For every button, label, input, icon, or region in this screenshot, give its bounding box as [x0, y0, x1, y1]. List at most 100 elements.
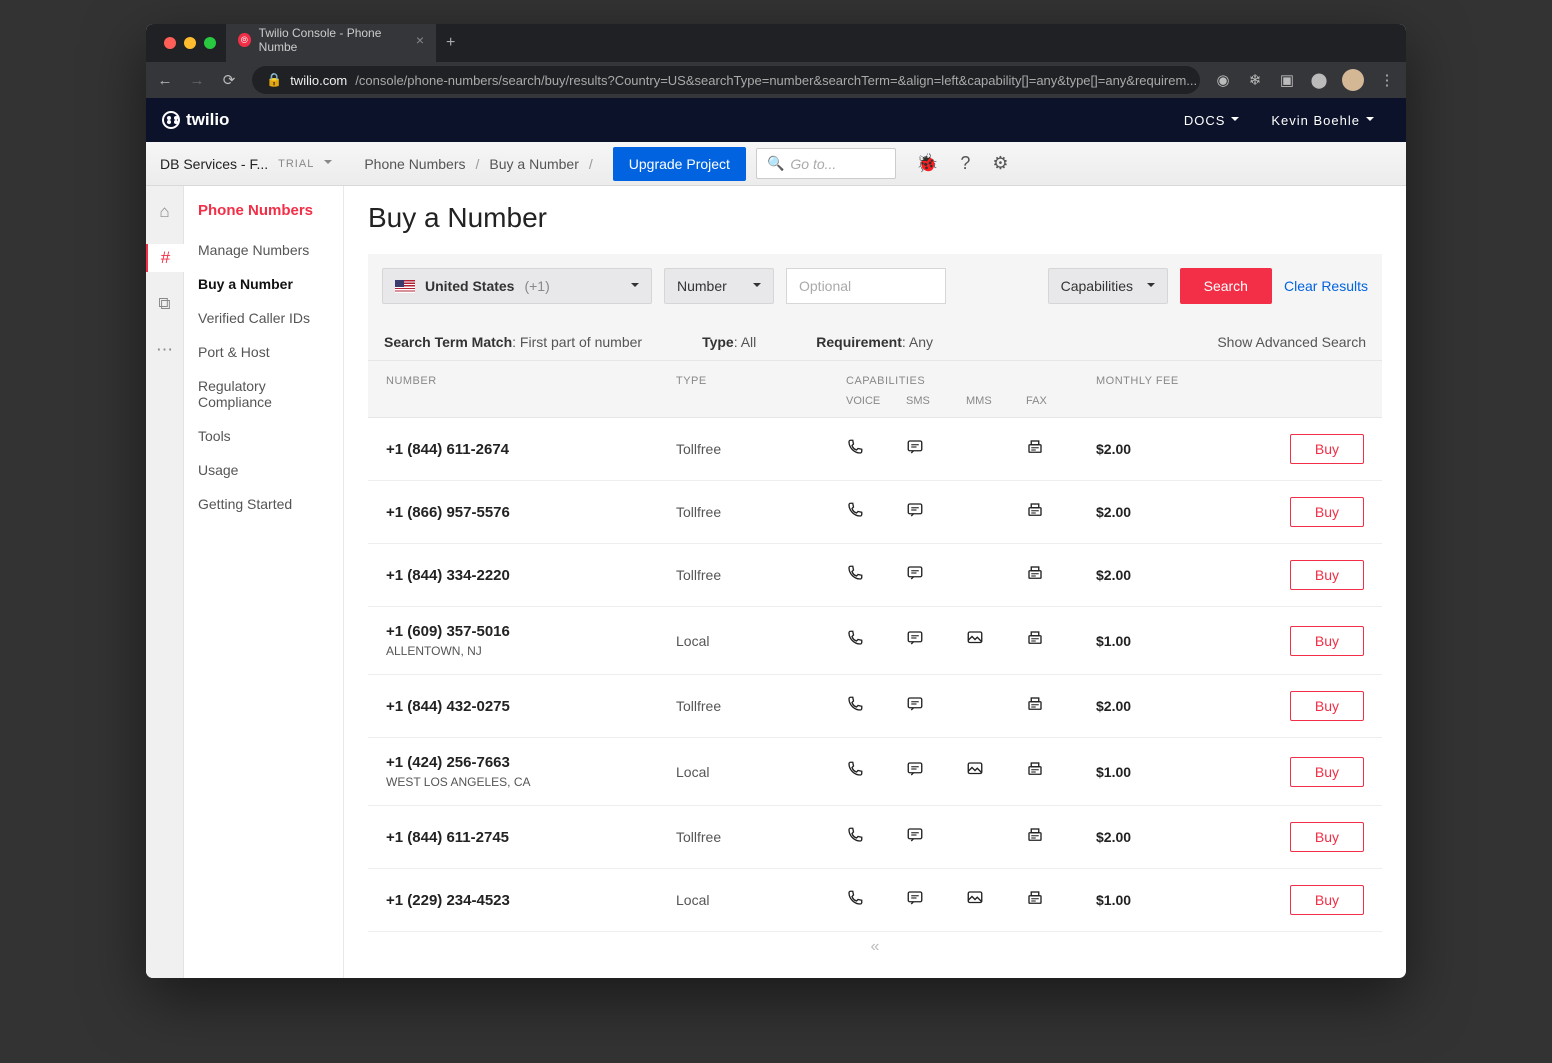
- country-name: United States: [425, 278, 514, 294]
- sms-cap-icon: [906, 889, 966, 912]
- lock-icon: 🔒: [266, 72, 282, 88]
- window-close-icon[interactable]: [164, 37, 176, 49]
- hash-icon[interactable]: #: [146, 244, 184, 272]
- sms-cap-icon: [906, 501, 966, 524]
- mms-cap-icon: [966, 629, 1026, 652]
- match-type-select[interactable]: Number: [664, 268, 774, 304]
- meta-match-val: : First part of number: [512, 334, 642, 350]
- buy-button[interactable]: Buy: [1290, 560, 1364, 590]
- twilio-header: twilio DOCS Kevin Boehle: [146, 98, 1406, 142]
- settings-gear-icon[interactable]: ⚙: [992, 153, 1008, 174]
- table-row: +1 (866) 957-5576 Tollfree $2.00 Buy: [368, 481, 1382, 544]
- address-bar[interactable]: 🔒 twilio.com/console/phone-numbers/searc…: [252, 66, 1200, 94]
- capabilities-select[interactable]: Capabilities: [1048, 268, 1168, 304]
- sidebar-item-buy[interactable]: Buy a Number: [184, 267, 343, 301]
- meta-req-val: : Any: [902, 334, 933, 350]
- upgrade-project-button[interactable]: Upgrade Project: [613, 147, 746, 181]
- buy-button[interactable]: Buy: [1290, 497, 1364, 527]
- sidebar-item-port[interactable]: Port & Host: [184, 335, 343, 369]
- buy-button[interactable]: Buy: [1290, 626, 1364, 656]
- fax-cap-icon: [1026, 889, 1096, 912]
- buy-button[interactable]: Buy: [1290, 434, 1364, 464]
- country-select[interactable]: United States (+1): [382, 268, 652, 304]
- monthly-fee: $2.00: [1096, 829, 1246, 845]
- voice-cap-icon: [846, 629, 906, 652]
- sidebar-item-tools[interactable]: Tools: [184, 419, 343, 453]
- meta-type-label: Type: [702, 334, 734, 350]
- search-term-input[interactable]: [786, 268, 946, 304]
- tab-close-icon[interactable]: ×: [416, 32, 424, 48]
- sidebar-item-regulatory[interactable]: Regulatory Compliance: [184, 369, 343, 419]
- number-type: Tollfree: [676, 698, 846, 714]
- sms-cap-icon: [906, 760, 966, 783]
- sidebar-title[interactable]: Phone Numbers: [184, 202, 343, 233]
- fax-cap-icon: [1026, 564, 1096, 587]
- country-code: (+1): [524, 278, 549, 294]
- table-subheader: Voice SMS MMS Fax: [368, 395, 1382, 418]
- advanced-search-link[interactable]: Show Advanced Search: [1217, 334, 1366, 350]
- docs-label: DOCS: [1184, 113, 1226, 128]
- window-minimize-icon[interactable]: [184, 37, 196, 49]
- help-icon[interactable]: ?: [960, 153, 970, 174]
- phone-location: WEST LOS ANGELES, CA: [386, 775, 676, 789]
- trial-badge: TRIAL: [278, 158, 314, 170]
- sms-cap-icon: [906, 564, 966, 587]
- sidebar-item-usage[interactable]: Usage: [184, 453, 343, 487]
- ext-icon[interactable]: ▣: [1278, 71, 1296, 89]
- docs-menu[interactable]: DOCS: [1168, 113, 1256, 128]
- buy-button[interactable]: Buy: [1290, 757, 1364, 787]
- col-number: Number: [386, 375, 676, 387]
- user-menu[interactable]: Kevin Boehle: [1255, 113, 1390, 128]
- mms-cap-icon: [966, 889, 1026, 912]
- sms-cap-icon: [906, 695, 966, 718]
- buy-button[interactable]: Buy: [1290, 691, 1364, 721]
- phone-number: +1 (844) 611-2745: [386, 829, 676, 846]
- sidebar-collapse-icon[interactable]: «: [368, 932, 1382, 962]
- fax-cap-icon: [1026, 760, 1096, 783]
- profile-avatar[interactable]: [1342, 69, 1364, 91]
- sms-cap-icon: [906, 629, 966, 652]
- results-table: +1 (844) 611-2674 Tollfree $2.00 Buy +1 …: [368, 418, 1382, 932]
- table-row: +1 (844) 611-2745 Tollfree $2.00 Buy: [368, 806, 1382, 869]
- home-icon[interactable]: ⌂: [146, 198, 184, 226]
- ext-icon[interactable]: ◉: [1214, 71, 1232, 89]
- ext-icon[interactable]: ❄: [1246, 71, 1264, 89]
- browser-tab[interactable]: ⦾ Twilio Console - Phone Numbe ×: [226, 24, 436, 62]
- buy-button[interactable]: Buy: [1290, 822, 1364, 852]
- sidebar-item-verified[interactable]: Verified Caller IDs: [184, 301, 343, 335]
- sidebar-item-manage[interactable]: Manage Numbers: [184, 233, 343, 267]
- window-zoom-icon[interactable]: [204, 37, 216, 49]
- ext-icon[interactable]: ⬤: [1310, 71, 1328, 89]
- table-row: +1 (229) 234-4523 Local $1.00 Buy: [368, 869, 1382, 932]
- user-name: Kevin Boehle: [1271, 113, 1360, 128]
- search-button[interactable]: Search: [1180, 268, 1272, 304]
- back-button[interactable]: ←: [156, 72, 174, 89]
- url-path: /console/phone-numbers/search/buy/result…: [355, 73, 1197, 88]
- table-row: +1 (844) 334-2220 Tollfree $2.00 Buy: [368, 544, 1382, 607]
- chevron-down-icon: [1231, 113, 1239, 128]
- more-icon[interactable]: ⋯: [146, 336, 184, 364]
- breadcrumb-item[interactable]: Buy a Number: [489, 156, 578, 172]
- monthly-fee: $2.00: [1096, 441, 1246, 457]
- breadcrumb-item[interactable]: Phone Numbers: [364, 156, 465, 172]
- buy-button[interactable]: Buy: [1290, 885, 1364, 915]
- sidebar-item-getting-started[interactable]: Getting Started: [184, 487, 343, 521]
- studio-icon[interactable]: ⧉: [146, 290, 184, 318]
- chrome-menu-icon[interactable]: ⋮: [1378, 71, 1396, 89]
- subcol-fax: Fax: [1026, 395, 1096, 407]
- global-search-input[interactable]: 🔍 Go to...: [756, 148, 896, 179]
- reload-button[interactable]: ⟳: [220, 71, 238, 89]
- clear-results-link[interactable]: Clear Results: [1284, 278, 1368, 294]
- fax-cap-icon: [1026, 629, 1096, 652]
- number-type: Tollfree: [676, 567, 846, 583]
- project-name[interactable]: DB Services - F...: [160, 156, 268, 172]
- debug-icon[interactable]: 🐞: [916, 153, 938, 174]
- col-type: Type: [676, 375, 846, 387]
- new-tab-button[interactable]: +: [436, 26, 465, 60]
- twilio-logo[interactable]: twilio: [162, 110, 229, 130]
- window-controls: [154, 37, 226, 49]
- subcol-voice: Voice: [846, 395, 906, 407]
- subcol-sms: SMS: [906, 395, 966, 407]
- project-chevron-icon[interactable]: [324, 156, 332, 171]
- meta-match-label: Search Term Match: [384, 334, 512, 350]
